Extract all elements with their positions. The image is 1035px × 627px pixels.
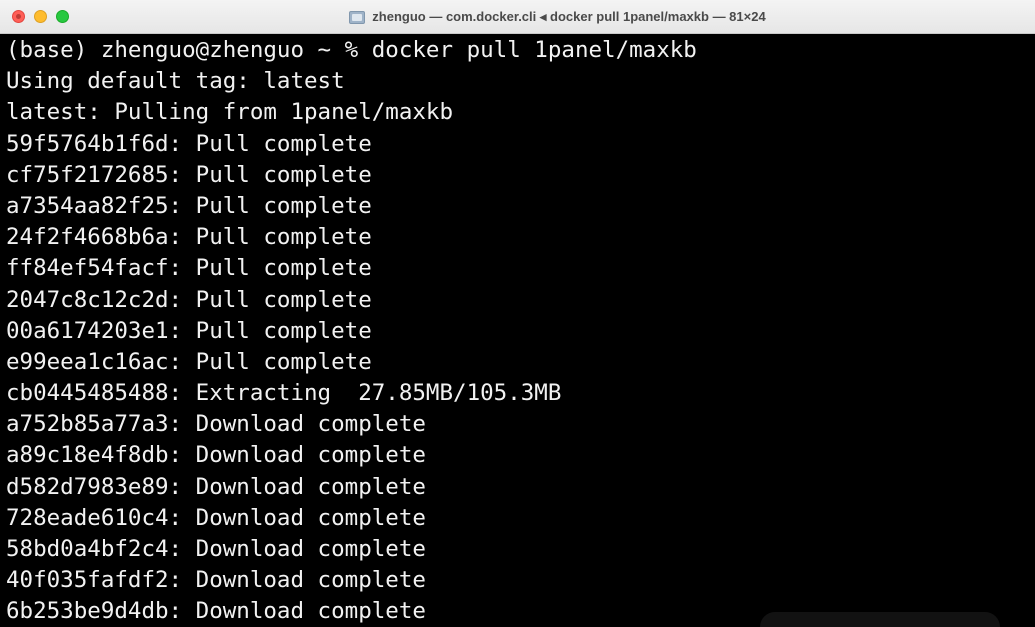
terminal-line: 58bd0a4bf2c4: Download complete — [6, 536, 426, 562]
terminal-line: a752b85a77a3: Download complete — [6, 411, 426, 438]
terminal-output[interactable]: (base) zhenguo@zhenguo ~ % docker pull 1… — [6, 34, 1031, 627]
terminal-line: 59f5764b1f6d: Pull complete — [6, 130, 372, 157]
terminal-folder-icon — [349, 10, 366, 24]
terminal-line: 2047c8c12c2d: Pull complete — [6, 286, 372, 313]
terminal-line: a7354aa82f25: Pull complete — [6, 192, 372, 219]
floating-widget — [760, 612, 1000, 627]
terminal-line: cf75f2172685: Pull complete — [6, 161, 372, 188]
terminal-line: 40f035fafdf2: Download complete — [6, 567, 426, 594]
terminal-line: d582d7983e89: Download complete — [6, 473, 426, 500]
terminal-line: e99eea1c16ac: Pull complete — [6, 348, 372, 375]
terminal-line: cb0445485488: Extracting 27.85MB/105.3MB — [6, 380, 562, 407]
window-title-group: zhenguo — com.docker.cli ◂ docker pull 1… — [0, 0, 1035, 34]
window-title: zhenguo — com.docker.cli ◂ docker pull 1… — [372, 9, 766, 24]
terminal-line: 00a6174203e1: Pull complete — [6, 317, 372, 344]
terminal-line: Using default tag: latest — [6, 68, 345, 95]
terminal-line: ff84ef54facf: Pull complete — [6, 255, 372, 282]
terminal-line: latest: Pulling from 1panel/maxkb — [6, 99, 454, 126]
terminal-line: a89c18e4f8db: Download complete — [6, 442, 426, 469]
terminal-line: 24f2f4668b6a: Pull complete — [6, 224, 372, 251]
title-bar[interactable]: zhenguo — com.docker.cli ◂ docker pull 1… — [0, 0, 1035, 34]
terminal-line: 728eade610c4: Download complete — [6, 504, 426, 531]
terminal-line: (base) zhenguo@zhenguo ~ % docker pull 1… — [6, 37, 697, 63]
terminal-window: zhenguo — com.docker.cli ◂ docker pull 1… — [0, 0, 1035, 627]
